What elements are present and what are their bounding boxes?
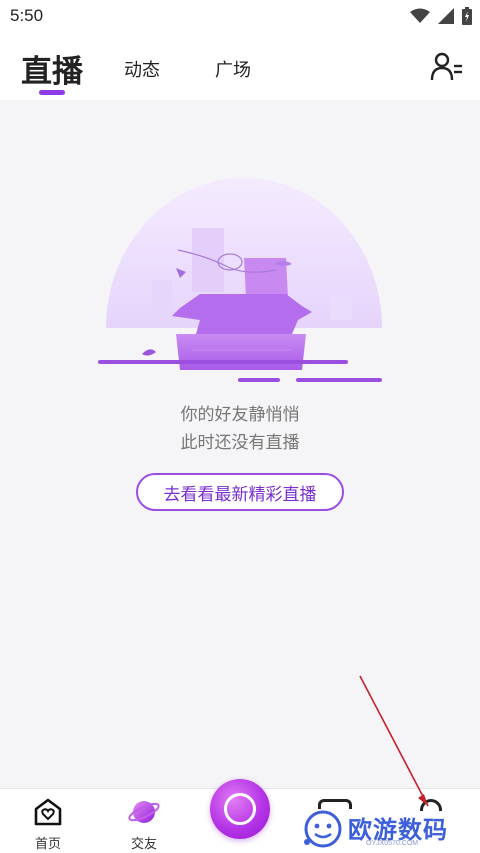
wifi-icon	[410, 8, 430, 23]
nav-friends-label: 交友	[130, 837, 157, 852]
live-content: 你的好友静悄悄 此时还没有直播 去看看最新精彩直播	[0, 100, 480, 788]
signal-icon	[438, 8, 454, 24]
watermark: 欧游数码 OYJX0570.COM	[302, 806, 472, 853]
top-nav: 直播 动态 广场	[0, 34, 480, 100]
nav-home[interactable]: 首页	[18, 797, 78, 852]
nav-home-label: 首页	[34, 837, 61, 852]
tab-live[interactable]: 直播	[21, 46, 83, 91]
live-camera-icon	[224, 793, 256, 825]
user-list-icon[interactable]	[430, 50, 464, 84]
nav-friends[interactable]: 交友	[114, 797, 174, 852]
tab-square[interactable]: 广场	[215, 56, 251, 82]
go-live-button[interactable]	[210, 779, 270, 839]
watermark-url: OYJX0570.COM	[366, 840, 419, 847]
status-time: 5:50	[10, 6, 44, 25]
planet-icon	[128, 801, 160, 823]
empty-state-line1: 你的好友静悄悄	[180, 405, 300, 425]
empty-state-line2: 此时还没有直播	[180, 433, 300, 453]
battery-icon	[462, 7, 472, 25]
watermark-logo-icon	[304, 810, 342, 848]
empty-box-illustration	[98, 178, 382, 382]
home-heart-icon	[34, 798, 62, 826]
browse-latest-live-button[interactable]: 去看看最新精彩直播	[136, 473, 344, 511]
status-bar: 5:50	[0, 0, 480, 34]
status-icons	[410, 7, 472, 25]
tab-dynamic[interactable]: 动态	[124, 56, 160, 82]
active-tab-indicator	[39, 90, 65, 95]
